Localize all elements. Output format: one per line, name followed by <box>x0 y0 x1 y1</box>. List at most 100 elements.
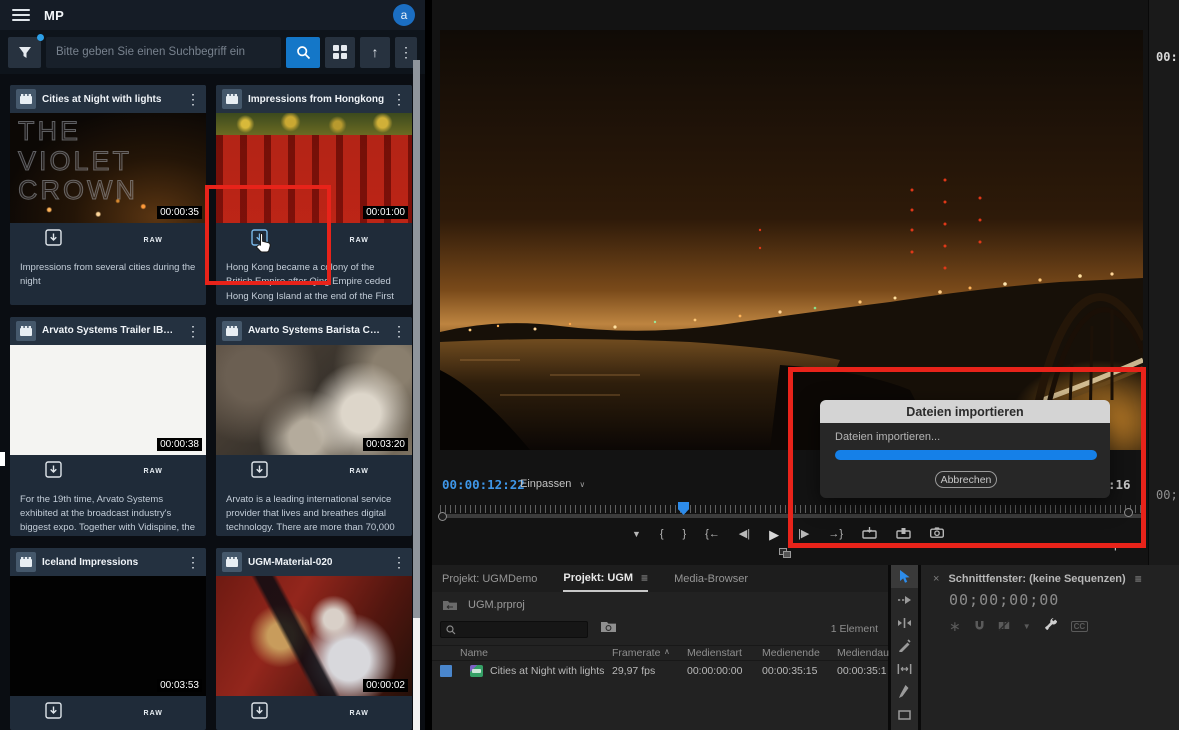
raw-badge: RAW <box>144 710 163 717</box>
overwrite-button[interactable] <box>896 527 911 542</box>
project-search[interactable] <box>440 621 588 638</box>
timeline-panel-header: × Schnittfenster: (keine Sequenzen) ≡ <box>933 572 1142 586</box>
card-footer: RAW <box>10 455 206 489</box>
card-thumbnail[interactable]: 00:01:00 <box>216 113 412 223</box>
project-search-input[interactable] <box>461 623 571 636</box>
folder-icon <box>600 620 617 633</box>
download-button[interactable] <box>45 702 62 724</box>
tab-media-browser[interactable]: Media-Browser <box>674 567 748 590</box>
wrench-icon[interactable] <box>1044 617 1058 636</box>
cancel-button[interactable]: Abbrechen <box>935 471 997 488</box>
button-editor-plus[interactable]: + <box>1111 539 1120 556</box>
col-framerate[interactable]: Framerate <box>612 647 660 659</box>
film-icon <box>16 321 36 341</box>
grid-view-button[interactable] <box>325 37 355 68</box>
export-frame-button[interactable] <box>930 527 944 541</box>
goto-in-button[interactable]: {← <box>705 529 720 540</box>
film-icon <box>16 89 36 109</box>
search-button[interactable] <box>286 37 320 68</box>
card-menu-icon[interactable]: ⋮ <box>186 92 200 106</box>
drag-video-icon[interactable] <box>779 548 792 559</box>
col-medienende[interactable]: Medienende <box>762 647 820 659</box>
media-card[interactable]: Cities at Night with lights ⋮ THE VIOLET… <box>10 85 206 305</box>
panel-menu-icon[interactable]: ≡ <box>641 571 648 585</box>
download-button[interactable] <box>251 702 268 724</box>
download-button[interactable] <box>45 461 62 483</box>
track-select-forward-tool[interactable] <box>891 588 918 611</box>
search-input[interactable] <box>46 37 281 68</box>
card-menu-icon[interactable]: ⋮ <box>392 555 406 569</box>
card-thumbnail[interactable]: 00:03:53 <box>10 576 206 696</box>
clip-icon <box>470 665 483 677</box>
scrollbar-thumb[interactable] <box>413 618 420 730</box>
card-thumbnail[interactable]: 00:00:02 <box>216 576 412 696</box>
media-card[interactable]: UGM-Material-020 ⋮ 00:00:02 RAW <box>216 548 412 730</box>
card-thumbnail[interactable]: THE VIOLET CROWN 00:00:35 <box>10 113 206 223</box>
linked-selection-icon[interactable] <box>998 618 1010 636</box>
download-button[interactable] <box>45 229 62 251</box>
label-color-chip[interactable] <box>440 665 452 677</box>
add-marker-button[interactable]: ▼ <box>632 530 641 539</box>
playhead-timecode[interactable]: 00:00:12:22 <box>442 477 525 492</box>
media-card[interactable]: Arvato Systems Trailer IBC 2018 ⋮ 00:00:… <box>10 317 206 537</box>
card-thumbnail[interactable]: 00:03:20 <box>216 345 412 455</box>
card-title: UGM-Material-020 <box>248 557 386 568</box>
raw-badge: RAW <box>144 237 163 244</box>
step-forward-button[interactable]: |▶ <box>798 529 809 540</box>
snap-icon[interactable] <box>974 618 985 636</box>
col-medienstart[interactable]: Medienstart <box>687 647 742 659</box>
tab-projekt-ugm[interactable]: Projekt: UGM ≡ <box>563 565 648 592</box>
play-button[interactable]: ▶ <box>769 528 779 541</box>
media-card[interactable]: Impressions from Hongkong ⋮ 00:01:00 RAW… <box>216 85 412 305</box>
zoom-scrollbar[interactable] <box>440 514 1142 518</box>
panel-menu-icon[interactable]: ≡ <box>1135 572 1142 586</box>
insert-button[interactable] <box>862 527 877 542</box>
col-mediendauer[interactable]: Mediendau <box>837 647 889 659</box>
card-thumbnail[interactable]: 00:00:38 <box>10 345 206 455</box>
card-menu-icon[interactable]: ⋮ <box>186 324 200 338</box>
media-card[interactable]: Avarto Systems Barista Competition ⋮ 00:… <box>216 317 412 537</box>
film-icon <box>222 321 242 341</box>
avatar[interactable]: a <box>393 4 415 26</box>
ripple-edit-tool[interactable] <box>891 611 918 634</box>
duration-badge: 00:03:20 <box>363 438 408 451</box>
selection-tool[interactable] <box>891 565 918 588</box>
cell-name[interactable]: Cities at Night with lights <box>490 665 604 677</box>
dialog-title[interactable]: Dateien importieren <box>820 400 1110 423</box>
marker-icon[interactable]: ▼ <box>1023 622 1031 631</box>
table-header[interactable]: Name Framerate ∧ Medienstart Medienende … <box>432 645 888 661</box>
time-ruler[interactable] <box>440 505 1142 513</box>
nest-icon[interactable]: ∗ <box>949 618 961 635</box>
card-menu-icon[interactable]: ⋮ <box>186 555 200 569</box>
card-menu-icon[interactable]: ⋮ <box>392 92 406 106</box>
download-button[interactable] <box>251 461 268 483</box>
program-monitor-video[interactable] <box>440 30 1143 450</box>
pen-tool[interactable] <box>891 680 918 703</box>
card-menu-icon[interactable]: ⋮ <box>392 324 406 338</box>
captions-icon[interactable]: CC <box>1071 621 1089 632</box>
tab-projekt-ugmdemo[interactable]: Projekt: UGMDemo <box>442 567 537 590</box>
step-back-button[interactable]: ◀| <box>739 529 750 540</box>
upload-button[interactable]: ↑ <box>360 37 390 68</box>
goto-out-button[interactable]: →} <box>828 529 843 540</box>
raw-badge: RAW <box>350 237 369 244</box>
import-dialog: Dateien importieren Dateien importieren.… <box>820 400 1110 498</box>
scrollbar[interactable] <box>413 60 420 730</box>
project-breadcrumb[interactable]: UGM.prproj <box>442 599 525 611</box>
media-card[interactable]: Iceland Impressions ⋮ 00:03:53 RAW <box>10 548 206 730</box>
type-tool[interactable] <box>891 703 918 726</box>
new-bin-button[interactable] <box>600 620 617 638</box>
close-icon[interactable]: × <box>933 573 939 585</box>
menu-icon[interactable] <box>12 9 30 21</box>
slip-tool[interactable] <box>891 657 918 680</box>
fit-dropdown[interactable]: Einpassen ∨ <box>520 478 585 490</box>
col-name[interactable]: Name <box>460 647 488 659</box>
zoom-handle-right[interactable] <box>1124 508 1133 517</box>
zoom-handle-left[interactable] <box>438 512 447 521</box>
mark-in-button[interactable]: { <box>660 529 664 540</box>
progress-bar <box>835 450 1097 460</box>
razor-tool[interactable] <box>891 634 918 657</box>
mark-out-button[interactable]: } <box>683 529 687 540</box>
table-row[interactable]: Cities at Night with lights 29,97 fps 00… <box>432 663 888 681</box>
filter-button[interactable] <box>8 37 41 68</box>
